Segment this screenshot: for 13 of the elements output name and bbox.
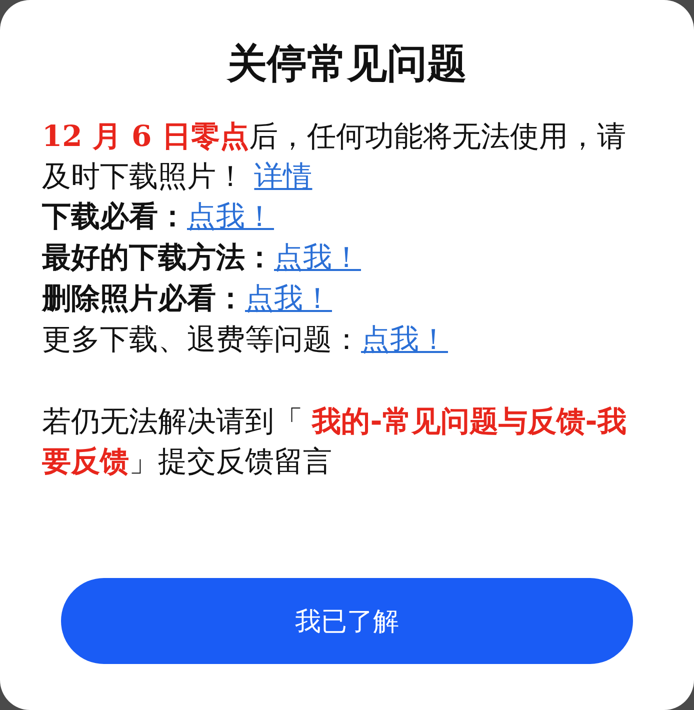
- click-me-link[interactable]: 点我！: [187, 196, 274, 237]
- dialog-title: 关停常见问题: [226, 40, 468, 88]
- details-link[interactable]: 详情: [254, 159, 312, 193]
- link-label: 下载必看：: [42, 198, 187, 235]
- link-label: 更多下载、退费等问题：: [42, 321, 361, 358]
- click-me-link[interactable]: 点我！: [245, 278, 332, 319]
- link-label: 删除照片必看：: [42, 280, 245, 317]
- link-label: 最好的下载方法：: [42, 239, 274, 276]
- click-me-link[interactable]: 点我！: [274, 237, 361, 278]
- notice-text: 12 月 6 日零点后，任何功能将无法使用，请及时下载照片！ 详情: [42, 118, 627, 195]
- help-text: 若仍无法解决请到「 我的-常见问题与反馈-我要反馈」提交反馈留言: [42, 403, 628, 480]
- acknowledge-button[interactable]: 我已了解: [61, 578, 633, 664]
- click-me-link[interactable]: 点我！: [361, 319, 448, 360]
